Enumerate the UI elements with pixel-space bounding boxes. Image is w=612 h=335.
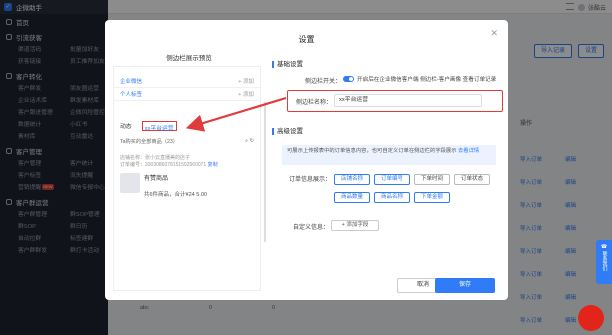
preview-product: 有赞商品 共6件商品，合计¥24 5.00 <box>114 169 260 202</box>
advanced-hint: 可展示上传报表中的订单信息内容，也可自定义订单在侧边栏的字段展示 去看详情 <box>282 145 496 165</box>
headset-icon: ☎ <box>600 244 608 250</box>
preview-scrollbar[interactable] <box>264 102 266 242</box>
advanced-settings-heading: 高级设置 <box>272 125 303 135</box>
floating-action-button[interactable] <box>578 305 604 331</box>
search-icon: ⌕ <box>245 137 249 144</box>
product-image <box>120 173 140 193</box>
view-details-link[interactable]: 去看详情 <box>458 148 479 154</box>
preview-row: 企业微信 + 添加 <box>114 75 260 88</box>
order-field-chip[interactable]: 下单时间 <box>414 174 450 185</box>
preview-row-label: 企业微信 <box>120 79 143 85</box>
contact-us-button[interactable]: ☎ 联系我们 <box>596 240 612 284</box>
add-field-button[interactable]: + 添加字段 <box>331 220 379 231</box>
preview-frame: 企业微信 + 添加 个人标签 + 添加 动态 xx平台运营 Ta购买的全部商品（… <box>113 66 261 291</box>
basic-settings-label: 基础设置 <box>277 61 303 68</box>
product-name: 有赞商品 <box>144 176 169 182</box>
preview-top-strip <box>114 67 260 75</box>
product-price: 共6件商品，合计¥24 5.00 <box>144 192 207 198</box>
preview-row-label: 个人标签 <box>120 92 143 98</box>
preview-tab-activity: 动态 <box>120 124 132 130</box>
advanced-settings-label: 高级设置 <box>277 128 303 135</box>
custom-info-label: 自定义信息： <box>292 225 329 231</box>
copy-link: 复制 <box>207 162 218 168</box>
preview-search-text: Ta购买的全部商品（23） <box>120 138 178 145</box>
section-marker <box>272 127 274 135</box>
order-field-chip[interactable]: 订单状态 <box>454 174 490 185</box>
sidebar-name-input[interactable]: xx平台运营 <box>334 94 482 107</box>
dialog-title: 设置 <box>298 35 315 44</box>
order-field-chip[interactable]: 订单编号 <box>374 174 410 185</box>
hint-text: 可展示上传报表中的订单信息内容，也可自定义订单在侧边栏的字段展示 <box>287 148 457 154</box>
preview-row: 个人标签 + 添加 <box>114 88 260 101</box>
save-button[interactable]: 保存 <box>435 278 495 293</box>
preview-search-icons: ⌕ ↻ <box>245 138 254 145</box>
section-marker <box>272 60 274 68</box>
preview-row-action: + 添加 <box>238 79 254 85</box>
preview-title: 侧边栏展示预览 <box>166 55 212 62</box>
order-field-chip[interactable]: 店铺名称 <box>334 174 370 185</box>
order-fields-label: 订单信息展示： <box>288 177 331 183</box>
sidebar-switch-desc: 开启后在企业微信客户端 侧边栏-客户画像 查看订单记录 <box>357 77 497 83</box>
preview-row-action: + 添加 <box>238 92 254 98</box>
close-icon[interactable]: ✕ <box>490 28 498 39</box>
preview-shop-line: 店铺名称：张小云直播美的店子 <box>120 155 191 161</box>
sidebar-switch-label: 侧边栏开关： <box>304 79 341 85</box>
contact-label: 联系我们 <box>601 251 608 271</box>
order-field-chip[interactable]: 下单金额 <box>414 192 450 203</box>
preview-tabs: 动态 xx平台运营 <box>114 113 260 133</box>
sidebar-switch-toggle[interactable] <box>343 76 354 82</box>
preview-order-line: 订单编号：3303086078151592560071 复制 <box>114 162 260 169</box>
preview-tab-platform: xx平台运营 <box>141 121 177 132</box>
order-field-chip[interactable]: 商品名称 <box>374 192 410 203</box>
sidebar-name-label: 侧边栏名称： <box>295 100 332 106</box>
sidebar-preview: 侧边栏展示预览 企业微信 + 添加 个人标签 + 添加 动态 xx平台运营 Ta… <box>113 52 266 296</box>
order-number-text: 订单编号：3303086078151592560071 <box>120 162 207 168</box>
refresh-icon: ↻ <box>249 137 254 144</box>
preview-search-row: Ta购买的全部商品（23） ⌕ ↻ <box>118 135 256 147</box>
settings-dialog: 设置 ✕ 侧边栏展示预览 企业微信 + 添加 个人标签 + 添加 动态 xx平台… <box>105 20 508 300</box>
order-field-chip[interactable]: 商品数量 <box>334 192 370 203</box>
basic-settings-heading: 基础设置 <box>272 58 303 68</box>
